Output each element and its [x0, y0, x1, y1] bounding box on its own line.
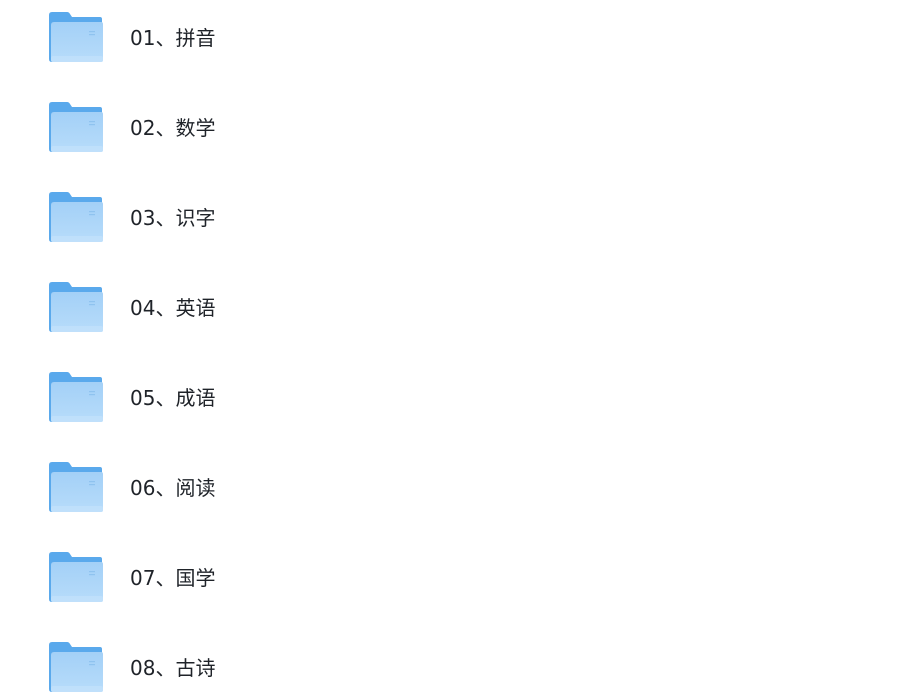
folder-icon[interactable]	[48, 281, 104, 333]
folder-name[interactable]: 06、阅读	[130, 476, 215, 500]
folder-icon[interactable]	[48, 191, 104, 243]
folder-name[interactable]: 02、数学	[130, 116, 215, 140]
folder-item-math[interactable]: 02、数学	[0, 90, 902, 180]
folder-item-english[interactable]: 04、英语	[0, 270, 902, 360]
folder-icon[interactable]	[48, 551, 104, 603]
folder-icon[interactable]	[48, 461, 104, 513]
folder-icon[interactable]	[48, 11, 104, 63]
folder-name[interactable]: 05、成语	[130, 386, 215, 410]
folder-item-literacy[interactable]: 03、识字	[0, 180, 902, 270]
folder-name[interactable]: 07、国学	[130, 566, 215, 590]
folder-item-idioms[interactable]: 05、成语	[0, 360, 902, 450]
folder-name[interactable]: 08、古诗	[130, 656, 215, 680]
folder-icon[interactable]	[48, 371, 104, 423]
folder-icon[interactable]	[48, 641, 104, 693]
folder-item-classics[interactable]: 07、国学	[0, 540, 902, 630]
folder-icon[interactable]	[48, 101, 104, 153]
folder-item-poetry[interactable]: 08、古诗	[0, 630, 902, 699]
folder-list: 01、拼音 02、数学 03、识字 04、英语 05、成语 06、阅读 07、国…	[0, 0, 902, 699]
folder-name[interactable]: 04、英语	[130, 296, 215, 320]
folder-name[interactable]: 03、识字	[130, 206, 215, 230]
folder-item-pinyin[interactable]: 01、拼音	[0, 0, 902, 90]
folder-name[interactable]: 01、拼音	[130, 26, 215, 50]
folder-item-reading[interactable]: 06、阅读	[0, 450, 902, 540]
